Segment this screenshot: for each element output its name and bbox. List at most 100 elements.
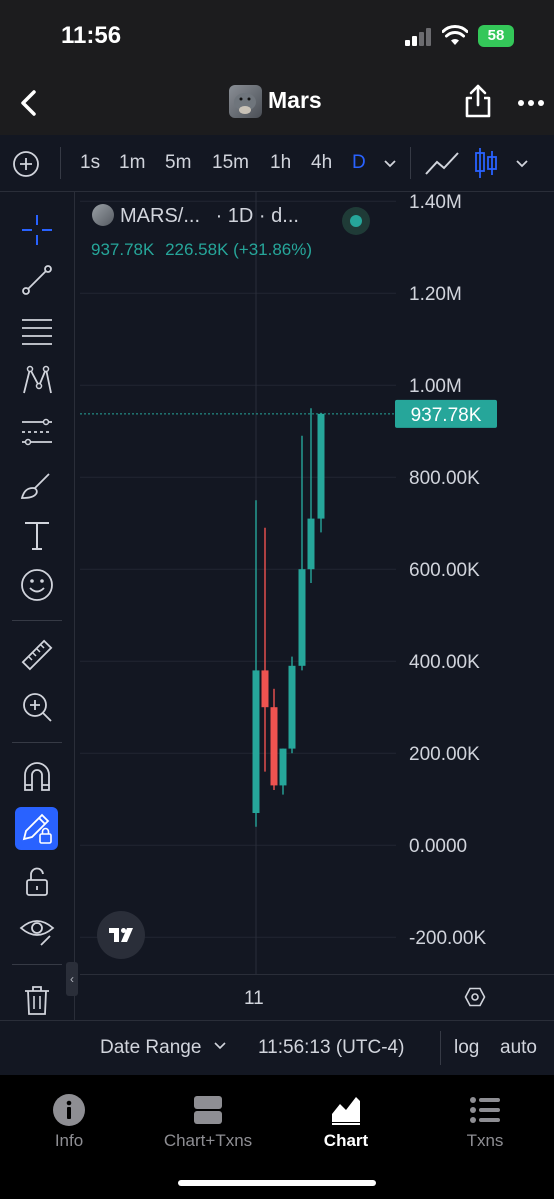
price-axis-labels: 1.40M 1.20M 1.00M 800.00K 600.00K 400.00K 200.… [409,192,486,949]
add-symbol-icon[interactable] [12,150,40,178]
market-status-icon[interactable] [342,207,370,235]
zoom-in-icon[interactable] [19,689,55,725]
navigation-bar: Mars [0,75,554,135]
home-indicator [178,1180,376,1186]
candles-chart-icon[interactable] [473,145,499,181]
back-button[interactable] [14,87,46,119]
tradingview-logo[interactable] [97,911,145,959]
status-time: 11:56 [61,22,122,49]
bottom-toolbar: Date Range 11:56:13 (UTC-4) log auto [0,1020,554,1076]
pattern-icon[interactable] [19,362,55,398]
signal-icon [405,28,431,46]
candle-body [270,707,278,786]
info-icon [53,1094,85,1126]
tab-txns-label: Txns [466,1131,504,1150]
price-tick-label: 1.00M [409,376,462,397]
price-tick-label: 600.00K [409,560,480,581]
price-tick-label: 0.0000 [409,836,467,857]
candle [317,412,325,533]
stay-in-drawing-mode-button[interactable] [15,807,58,850]
tab-chart-label: Chart [323,1131,369,1150]
more-options-icon[interactable] [517,89,545,117]
battery-level: 58 [487,27,505,44]
timeframe-chevron-down-icon[interactable] [382,158,398,170]
toolbar-divider [60,147,61,179]
candle-body [279,748,287,786]
price-tick-label: 1.20M [409,284,462,305]
current-price-tag: 937.78K [395,399,497,428]
date-range-button[interactable]: Date Range [100,1037,227,1059]
line-chart-icon[interactable] [423,149,461,179]
drawing-toolbar [0,192,75,1072]
tab-info[interactable]: Info [9,1093,129,1151]
chart-txns-icon [194,1096,222,1124]
date-range-chevron-down-icon [214,1042,226,1050]
timeframe-1s[interactable]: 1s [80,152,100,174]
chart-pane[interactable]: 1.40M 1.20M 1.00M 800.00K 600.00K 400.00K 200.… [80,192,554,974]
chart-type-chevron-down-icon[interactable] [514,158,530,170]
token-avatar [229,85,262,118]
trash-icon[interactable] [19,982,55,1018]
list-icon [470,1097,500,1123]
pencil-lock-icon [22,813,52,844]
candle [307,408,315,583]
candle [252,500,260,827]
candlestick-chart[interactable]: 1.40M 1.20M 1.00M 800.00K 600.00K 400.00K 200.… [80,192,554,974]
timeframe-5m[interactable]: 5m [165,152,191,174]
price-tick-label: 400.00K [409,652,480,673]
candle-body [298,569,306,666]
candle-body [317,413,325,519]
legend-symbol: MARS/... [120,205,201,227]
tab-txns[interactable]: Txns [425,1093,545,1151]
grid-lines [80,200,396,938]
price-tick-label: -200.00K [409,928,486,949]
battery-indicator: 58 [478,25,514,47]
timeframe-1h[interactable]: 1h [270,152,291,174]
chart-legend[interactable]: MARS/... · 1D · d... [92,204,299,228]
candle [288,656,296,754]
text-tool-icon[interactable] [19,517,55,553]
time-axis[interactable]: 11 [80,974,554,1021]
trend-line-icon[interactable] [19,262,55,298]
log-scale-toggle[interactable]: log [454,1037,479,1059]
candle-body [252,670,260,813]
ruler-icon[interactable] [19,637,55,673]
candle-body [307,518,315,570]
toolbar-divider [12,742,62,743]
timezone-clock[interactable]: 11:56:13 (UTC-4) [258,1037,404,1059]
emoji-icon[interactable] [19,567,55,603]
toolbar-divider [12,620,62,621]
candle-body [288,665,296,749]
toolbar-collapse-handle[interactable]: ‹ [66,962,78,996]
auto-scale-toggle[interactable]: auto [500,1037,537,1059]
price-tick-label: 800.00K [409,468,480,489]
token-logo-icon [234,93,256,114]
candle [298,435,306,671]
legend-change: 226.58K (+31.86%) [165,240,313,259]
toolbar-divider [410,147,411,179]
price-tick-label: 200.00K [409,744,480,765]
timeframe-d[interactable]: D [352,152,366,174]
share-icon[interactable] [462,83,494,119]
fib-retracement-icon[interactable] [19,312,55,348]
magnet-icon[interactable] [19,759,55,795]
lock-icon[interactable] [19,864,55,900]
timeframe-15m[interactable]: 15m [212,152,249,174]
hide-drawings-icon[interactable] [19,912,55,948]
chart-settings-icon[interactable] [464,986,486,1008]
timeframe-4h[interactable]: 4h [311,152,332,174]
tab-chart[interactable]: Chart [286,1093,406,1151]
date-range-label: Date Range [100,1037,202,1058]
symbol-logo-icon [92,204,114,226]
legend-interval: · 1D · d... [215,205,299,227]
toolbar-divider [440,1031,441,1065]
brush-icon[interactable] [19,467,55,503]
tradingview-logo-icon [109,928,133,942]
tab-chart-txns[interactable]: Chart+Txns [148,1093,268,1151]
time-axis-label: 11 [244,988,264,1009]
legend-last-price: 937.78K [91,240,155,259]
timeframe-1m[interactable]: 1m [119,152,145,174]
prediction-icon[interactable] [19,414,55,450]
tab-info-label: Info [54,1131,84,1150]
crosshair-icon[interactable] [19,212,55,248]
